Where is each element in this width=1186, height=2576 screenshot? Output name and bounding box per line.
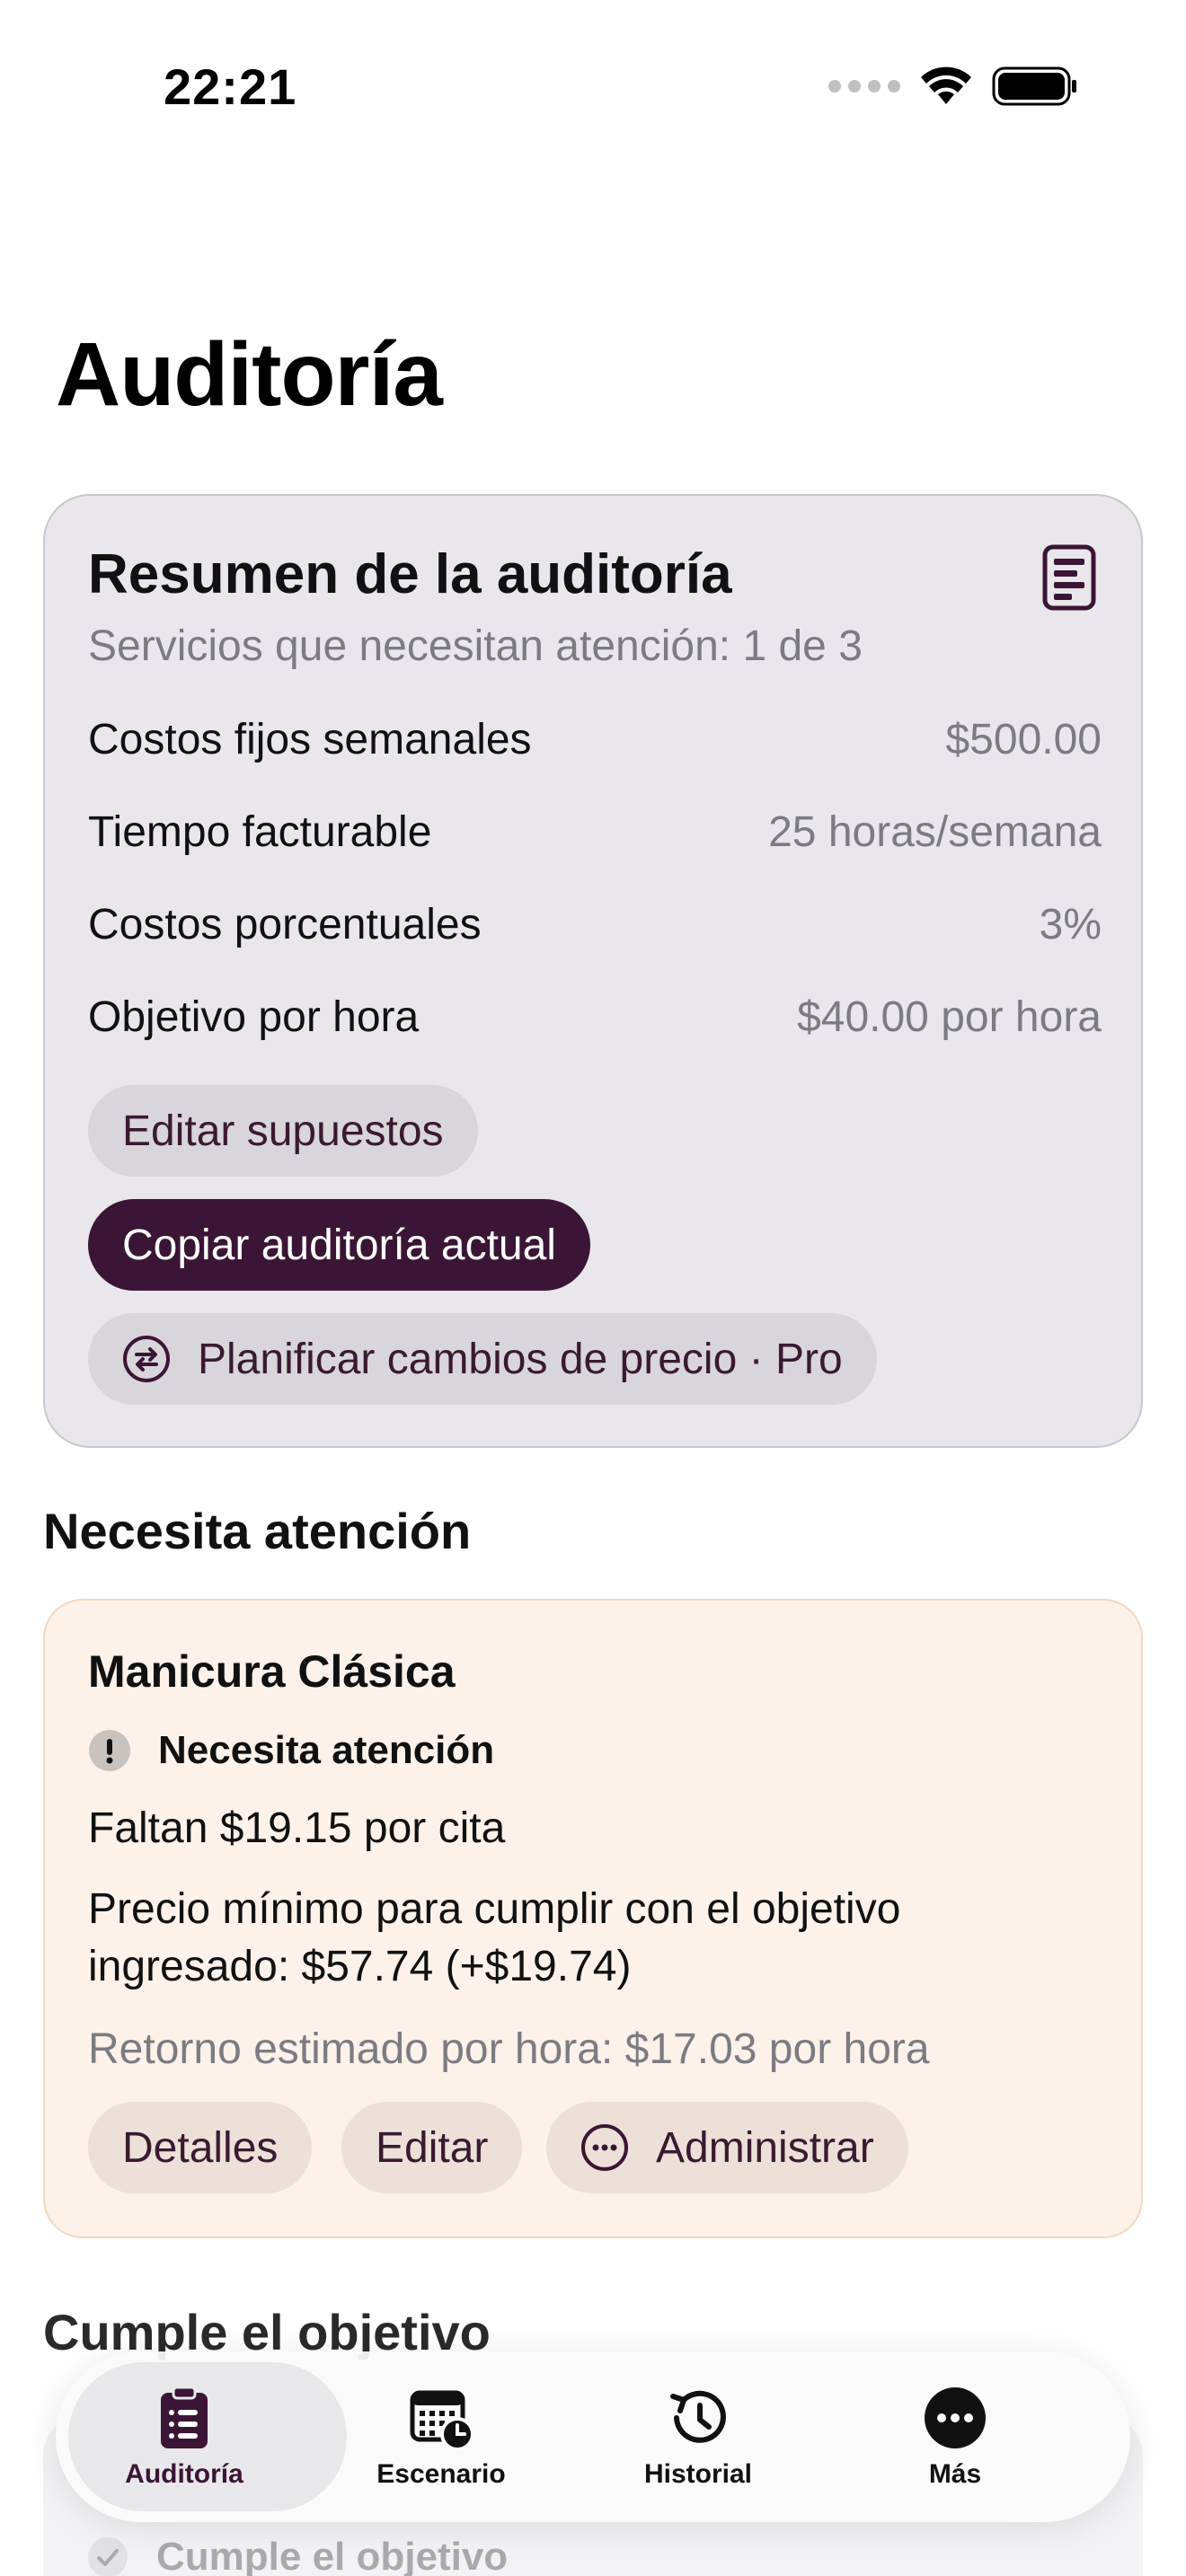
- price-exchange-icon: [123, 1336, 170, 1382]
- ellipsis-circle-icon: [581, 2124, 628, 2171]
- page-title: Auditoría: [56, 324, 443, 425]
- status-label: Cumple el objetivo: [156, 2535, 509, 2576]
- more-icon: [925, 2387, 986, 2448]
- summary-row-billable-time: Tiempo facturable 25 horas/semana: [88, 807, 1102, 857]
- row-value: $500.00: [945, 716, 1102, 763]
- tab-label: Escenario: [376, 2459, 506, 2489]
- row-label: Costos fijos semanales: [88, 716, 532, 763]
- tab-historial[interactable]: Historial: [570, 2365, 827, 2509]
- status-badge: Necesita atención: [88, 1728, 494, 1773]
- checkmark-circle-icon: [88, 2537, 128, 2576]
- manage-button[interactable]: Administrar: [546, 2102, 908, 2193]
- copy-audit-button[interactable]: Copiar auditoría actual: [88, 1199, 590, 1291]
- status-badge: Cumple el objetivo: [86, 2535, 508, 2576]
- summary-row-percentage-costs: Costos porcentuales 3%: [88, 900, 1102, 949]
- shortfall-text: Faltan $19.15 por cita: [88, 1804, 506, 1852]
- row-value: 3%: [1039, 901, 1102, 948]
- plan-price-changes-label: Planificar cambios de precio · Pro: [198, 1335, 843, 1383]
- details-button[interactable]: Detalles: [88, 2102, 313, 2193]
- row-value: 25 horas/semana: [768, 808, 1102, 856]
- tab-label: Auditoría: [125, 2459, 243, 2489]
- summary-row-fixed-costs: Costos fijos semanales $500.00: [88, 715, 1102, 764]
- tab-label: Historial: [643, 2459, 753, 2489]
- summary-title: Resumen de la auditoría: [88, 543, 732, 605]
- min-price-text: Precio mínimo para cumplir con el objeti…: [88, 1885, 901, 1990]
- summary-subtitle: Servicios que necesitan atención: 1 de 3: [88, 622, 863, 670]
- history-icon: [670, 2390, 726, 2443]
- row-label: Objetivo por hora: [88, 993, 420, 1041]
- tab-label: Más: [928, 2459, 982, 2489]
- wifi-icon: [921, 66, 971, 104]
- row-value: $40.00 por hora: [797, 993, 1102, 1041]
- manage-label: Administrar: [656, 2123, 874, 2172]
- edit-button[interactable]: Editar: [341, 2102, 523, 2193]
- status-time: 22:21: [164, 58, 297, 115]
- battery-icon: [992, 66, 1076, 106]
- audit-summary-card: Resumen de la auditoría Servicios que ne…: [43, 494, 1143, 1448]
- cellular-signal-icon: [828, 80, 900, 93]
- plan-price-changes-button[interactable]: Planificar cambios de precio · Pro: [88, 1313, 877, 1405]
- service-card-attention[interactable]: Manicura Clásica Necesita atención Falta…: [43, 1599, 1143, 2238]
- tab-auditoria[interactable]: Auditoría: [56, 2365, 313, 2509]
- row-label: Costos porcentuales: [88, 901, 482, 948]
- clipboard-list-icon: [161, 2386, 208, 2448]
- status-indicators: [828, 66, 1078, 106]
- calendar-clock-icon: [410, 2390, 474, 2451]
- summary-row-hourly-target: Objetivo por hora $40.00 por hora: [88, 992, 1102, 1042]
- row-label: Tiempo facturable: [88, 808, 432, 856]
- status-bar: 22:21: [0, 0, 1186, 171]
- tab-bar: Auditoría Escenario Historial Más: [56, 2351, 1130, 2522]
- document-icon[interactable]: [1042, 544, 1096, 611]
- section-title-needs-attention: Necesita atención: [43, 1503, 472, 1559]
- edit-assumptions-button[interactable]: Editar supuestos: [88, 1085, 478, 1177]
- tab-mas[interactable]: Más: [827, 2365, 1084, 2509]
- service-name: Manicura Clásica: [88, 1646, 456, 1697]
- exclamation-icon: [89, 1730, 130, 1771]
- estimated-return-text: Retorno estimado por hora: $17.03 por ho…: [88, 2025, 930, 2073]
- status-label: Necesita atención: [158, 1728, 495, 1772]
- tab-escenario[interactable]: Escenario: [313, 2365, 570, 2509]
